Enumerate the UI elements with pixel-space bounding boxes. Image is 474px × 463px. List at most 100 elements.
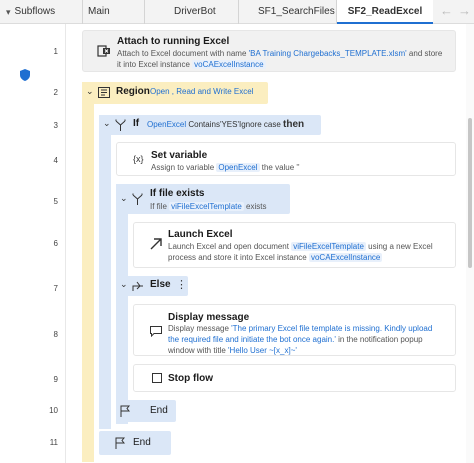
chevron-down-icon: ⌄ xyxy=(120,279,128,289)
line-number-gutter: 1 2 3 4 5 6 7 8 9 10 11 xyxy=(0,24,66,463)
shield-icon xyxy=(20,69,30,81)
step-description: If file viFileExcelTemplate exists xyxy=(150,201,267,212)
step-description: Launch Excel and open document viFileExc… xyxy=(168,241,458,263)
message-text: the required file and initiate the bot o… xyxy=(168,335,336,344)
step-display-message[interactable]: Display message Display message 'The pri… xyxy=(133,304,456,356)
branch-icon xyxy=(132,193,143,205)
if-file-bar xyxy=(116,184,128,424)
line-number: 1 xyxy=(53,47,58,56)
step-if[interactable]: ⌄ If OpenExcel Contains'YES'Ignore case … xyxy=(99,115,321,135)
variable-icon: {x} xyxy=(133,154,144,164)
step-title: Attach to running Excel xyxy=(117,36,230,47)
variable-token: voCAExcelInstance xyxy=(308,253,383,262)
stop-icon xyxy=(152,373,162,383)
tab-sf1-searchfiles[interactable]: SF1_SearchFiles xyxy=(258,0,335,24)
if-bar xyxy=(99,115,111,429)
step-description: Assign to variable OpenExcel the value '… xyxy=(151,162,299,173)
flow-designer: ▾ Subflows Main DriverBot SF1_SearchFile… xyxy=(0,0,474,463)
step-stop-flow[interactable]: Stop flow xyxy=(133,364,456,392)
desc-text: process and store it into Excel instance xyxy=(168,253,309,262)
region-bar xyxy=(82,82,94,462)
step-end-if-file[interactable]: End xyxy=(116,400,176,422)
line-number: 10 xyxy=(49,406,58,415)
line-number: 7 xyxy=(53,284,58,293)
step-end-if[interactable]: End xyxy=(99,431,171,455)
region-label: Region xyxy=(116,86,150,97)
desc-text: If file xyxy=(150,202,170,211)
line-number: 8 xyxy=(53,330,58,339)
desc-text: it into Excel instance xyxy=(117,60,193,69)
scrollbar-thumb[interactable] xyxy=(468,118,472,268)
step-region[interactable]: ⌄ Region Open , Read and Write Excel xyxy=(82,82,268,104)
desc-text: using a new Excel xyxy=(365,242,433,251)
branch-icon xyxy=(115,119,126,131)
step-if-file-exists[interactable]: ⌄ If file exists If file viFileExcelTemp… xyxy=(116,184,290,214)
message-icon xyxy=(150,326,162,337)
launch-icon xyxy=(150,238,162,250)
desc-text: Display message xyxy=(168,324,232,333)
variable-token: OpenExcel xyxy=(216,163,260,172)
tab-divider xyxy=(238,0,239,24)
line-number: 6 xyxy=(53,239,58,248)
subflows-dropdown[interactable]: ▾ Subflows xyxy=(6,0,55,24)
flag-icon xyxy=(115,437,125,449)
desc-text: the value '' xyxy=(259,163,300,172)
step-title: Display message xyxy=(168,312,250,323)
line-number: 2 xyxy=(53,88,58,97)
doc-name-value: 'BA Training Chargebacks_TEMPLATE.xlsm' xyxy=(248,49,407,58)
chevron-down-icon: ▾ xyxy=(6,7,11,17)
variable-token: OpenExcel xyxy=(147,120,187,129)
value-text: 'YES' xyxy=(219,120,239,129)
flag-icon xyxy=(120,405,130,417)
step-description: Attach to Excel document with name 'BA T… xyxy=(117,48,457,70)
chevron-down-icon: ⌄ xyxy=(103,118,111,128)
region-icon xyxy=(98,87,110,98)
tab-divider xyxy=(82,0,83,24)
excel-attach-icon xyxy=(97,45,110,57)
desc-text: window with title xyxy=(168,346,229,355)
more-options-icon[interactable]: ⋮ xyxy=(176,278,187,291)
popup-title-value: 'Hello User ~[x_x]~' xyxy=(228,346,297,355)
else-branch-icon xyxy=(132,281,143,291)
line-number: 11 xyxy=(49,438,58,447)
chevron-down-icon: ⌄ xyxy=(120,193,128,203)
option-text: Ignore case xyxy=(239,120,284,129)
region-name: Open , Read and Write Excel xyxy=(150,87,254,96)
operator-text: Contains xyxy=(186,120,220,129)
tab-driverbot[interactable]: DriverBot xyxy=(174,0,216,24)
if-label: If xyxy=(133,118,140,129)
tab-divider xyxy=(144,0,145,24)
desc-text: Assign to variable xyxy=(151,163,217,172)
line-number: 4 xyxy=(53,156,58,165)
desc-text: in the notification popup xyxy=(335,335,423,344)
desc-text: and store xyxy=(406,49,443,58)
step-attach-excel[interactable]: Attach to running Excel Attach to Excel … xyxy=(82,30,456,72)
variable-token: viFileExcelTemplate xyxy=(169,202,244,211)
step-launch-excel[interactable]: Launch Excel Launch Excel and open docum… xyxy=(133,222,456,268)
step-title: Stop flow xyxy=(168,373,213,384)
desc-text: exists xyxy=(243,202,267,211)
subflows-label: Subflows xyxy=(14,6,56,17)
desc-text: Attach to Excel document with name xyxy=(117,49,249,58)
variable-token: voCAExcelInstance xyxy=(192,60,266,69)
subflow-tab-bar: ▾ Subflows Main DriverBot SF1_SearchFile… xyxy=(0,0,474,24)
step-title: Set variable xyxy=(151,150,208,161)
desc-text: Launch Excel and open document xyxy=(168,242,292,251)
then-keyword: then xyxy=(283,119,305,130)
next-tab-button[interactable]: → xyxy=(458,3,471,18)
tab-sf2-readexcel[interactable]: SF2_ReadExcel xyxy=(337,0,433,24)
step-description: Display message 'The primary Excel file … xyxy=(168,323,458,356)
step-set-variable[interactable]: {x} Set variable Assign to variable Open… xyxy=(116,142,456,176)
variable-token: viFileExcelTemplate xyxy=(291,242,366,251)
message-text: 'The primary Excel file template is miss… xyxy=(231,324,433,333)
if-condition: OpenExcel Contains'YES'Ignore case then xyxy=(147,119,304,130)
end-label: End xyxy=(150,405,168,416)
step-title: Launch Excel xyxy=(168,229,233,240)
line-number: 5 xyxy=(53,197,58,206)
prev-tab-button[interactable]: ← xyxy=(440,3,453,18)
step-else[interactable]: ⌄ Else ⋮ xyxy=(116,276,188,296)
else-label: Else xyxy=(150,279,171,290)
line-number: 3 xyxy=(53,121,58,130)
line-number: 9 xyxy=(53,375,58,384)
tab-main[interactable]: Main xyxy=(88,0,110,24)
